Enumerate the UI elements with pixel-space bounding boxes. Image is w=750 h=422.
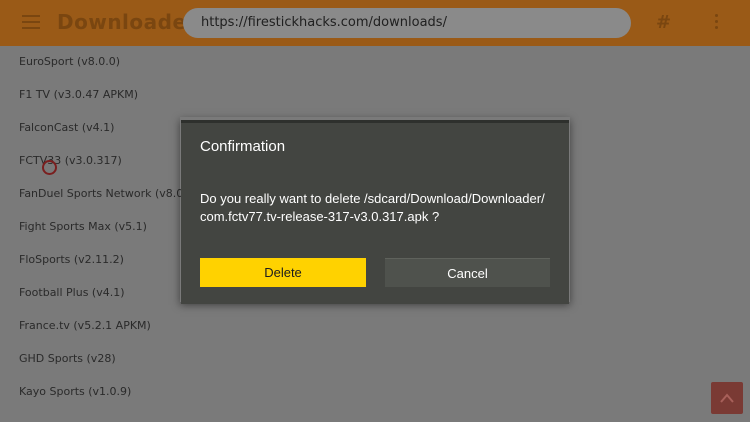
list-item[interactable]: Kayo Sports (v1.0.9) — [0, 376, 750, 409]
delete-button[interactable]: Delete — [200, 258, 366, 287]
list-item[interactable]: France.tv (v5.2.1 APKM) — [0, 310, 750, 343]
list-item[interactable]: F1 TV (v3.0.47 APKM) — [0, 79, 750, 112]
dialog-title: Confirmation — [200, 138, 286, 155]
dialog-message-line2: com.fctv77.tv-release-317-v3.0.317.apk ? — [200, 209, 440, 224]
app-title: Downloader — [57, 10, 197, 34]
dialog-message: Do you really want to delete /sdcard/Dow… — [200, 190, 560, 226]
cursor-ring-icon — [42, 160, 57, 175]
top-bar: Downloader https://firestickhacks.com/do… — [0, 0, 750, 46]
list-item[interactable]: EuroSport (v8.0.0) — [0, 46, 750, 79]
list-item[interactable]: GHD Sports (v28) — [0, 343, 750, 376]
confirmation-dialog: Confirmation Do you really want to delet… — [181, 120, 569, 304]
hamburger-menu-icon[interactable] — [22, 15, 40, 31]
cancel-button[interactable]: Cancel — [385, 258, 550, 287]
url-input[interactable]: https://firestickhacks.com/downloads/ — [183, 8, 631, 38]
chevron-up-icon — [720, 393, 734, 403]
more-vertical-icon[interactable] — [715, 14, 719, 32]
hash-icon[interactable]: # — [656, 12, 671, 33]
dialog-message-line1: Do you really want to delete /sdcard/Dow… — [200, 191, 545, 206]
scroll-to-top-button[interactable] — [711, 382, 743, 414]
